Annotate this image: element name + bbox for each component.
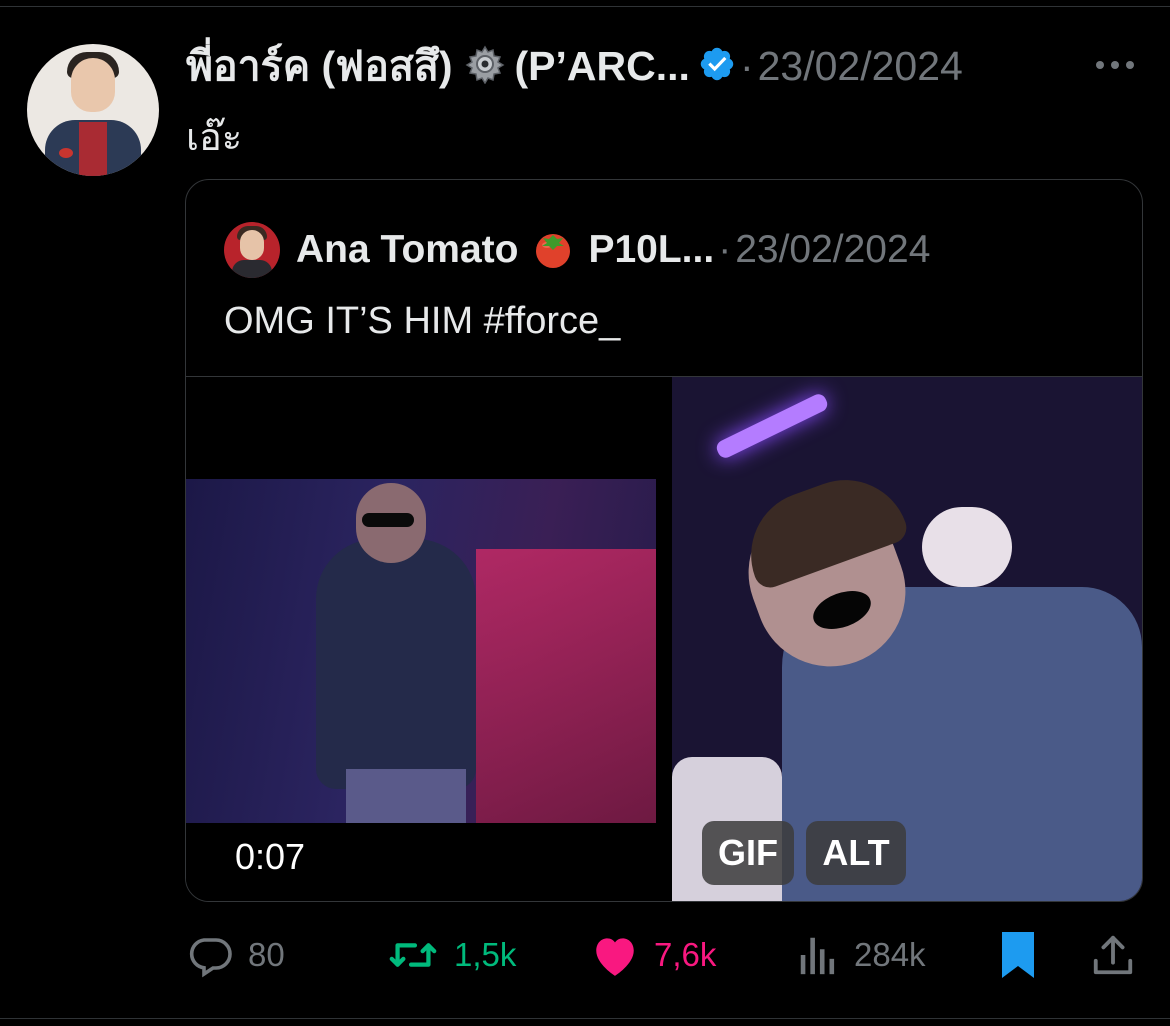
share-button[interactable] <box>1090 925 1136 985</box>
views-count: 284k <box>854 936 926 973</box>
quote-separator-dot: · <box>718 228 732 271</box>
more-options-icon[interactable] <box>1094 58 1136 76</box>
tweet-text: เอ๊ะ <box>186 117 243 159</box>
reply-count: 80 <box>248 936 285 973</box>
tweet-date[interactable]: 23/02/2024 <box>758 43 963 90</box>
tweet-header: พี่อาร์ค (ฟอสสึ) (P’ARC... · 23/02/2024 <box>186 36 963 96</box>
video-thumbnail <box>186 479 656 823</box>
bottom-divider <box>0 1018 1170 1019</box>
quote-text: OMG IT’S HIM #fforce_ <box>224 300 621 342</box>
quote-date[interactable]: 23/02/2024 <box>735 228 930 272</box>
gear-icon <box>465 44 505 89</box>
video-media[interactable]: 0:07 <box>186 377 656 901</box>
action-bar: 80 1,5k 7,6k 284k <box>0 925 1170 985</box>
retweet-count: 1,5k <box>454 936 517 973</box>
verified-badge-icon <box>698 45 736 88</box>
purple-light <box>714 391 830 461</box>
quote-author-avatar[interactable] <box>224 222 280 278</box>
dancer-legs <box>346 769 466 823</box>
quote-author-handle[interactable]: P10L... <box>588 228 714 272</box>
gif-badge: GIF <box>702 821 794 885</box>
author-name[interactable]: พี่อาร์ค (ฟอสสึ) <box>186 34 453 99</box>
separator-dot: · <box>739 42 754 89</box>
views-button[interactable]: 284k <box>796 925 926 985</box>
retweet-button[interactable]: 1,5k <box>386 925 516 985</box>
quote-avatar-face <box>240 230 264 260</box>
like-button[interactable]: 7,6k <box>590 925 716 985</box>
like-count: 7,6k <box>654 936 717 973</box>
quote-header: Ana Tomato P10L... · 23/02/2024 <box>296 222 930 278</box>
heart-icon <box>590 931 640 979</box>
views-chart-icon <box>796 932 840 978</box>
top-divider <box>0 6 1170 7</box>
quote-author-name[interactable]: Ana Tomato <box>296 228 518 272</box>
reply-icon <box>186 931 234 979</box>
theater-seats <box>476 549 656 823</box>
tomato-icon <box>532 227 574 274</box>
avatar-face <box>71 58 115 112</box>
sunglasses <box>362 513 414 527</box>
video-duration: 0:07 <box>218 825 322 889</box>
author-handle[interactable]: (P’ARC... <box>515 43 690 90</box>
avatar-shirt <box>79 122 107 176</box>
bookmark-icon <box>998 930 1038 980</box>
retweet-icon <box>386 931 440 979</box>
bookmark-button[interactable] <box>998 925 1038 985</box>
quote-avatar-body <box>232 260 272 278</box>
avatar-patch <box>59 148 73 158</box>
quoted-tweet-card[interactable]: Ana Tomato P10L... · 23/02/2024 OMG IT’S… <box>185 179 1143 902</box>
author-avatar[interactable] <box>27 44 159 176</box>
alt-text-button[interactable]: ALT <box>806 821 906 885</box>
gif-media[interactable]: GIF ALT <box>672 377 1142 901</box>
dancer-figure <box>316 539 476 789</box>
gif-raised-fist <box>922 507 1012 587</box>
reply-button[interactable]: 80 <box>186 925 285 985</box>
share-icon <box>1090 931 1136 979</box>
